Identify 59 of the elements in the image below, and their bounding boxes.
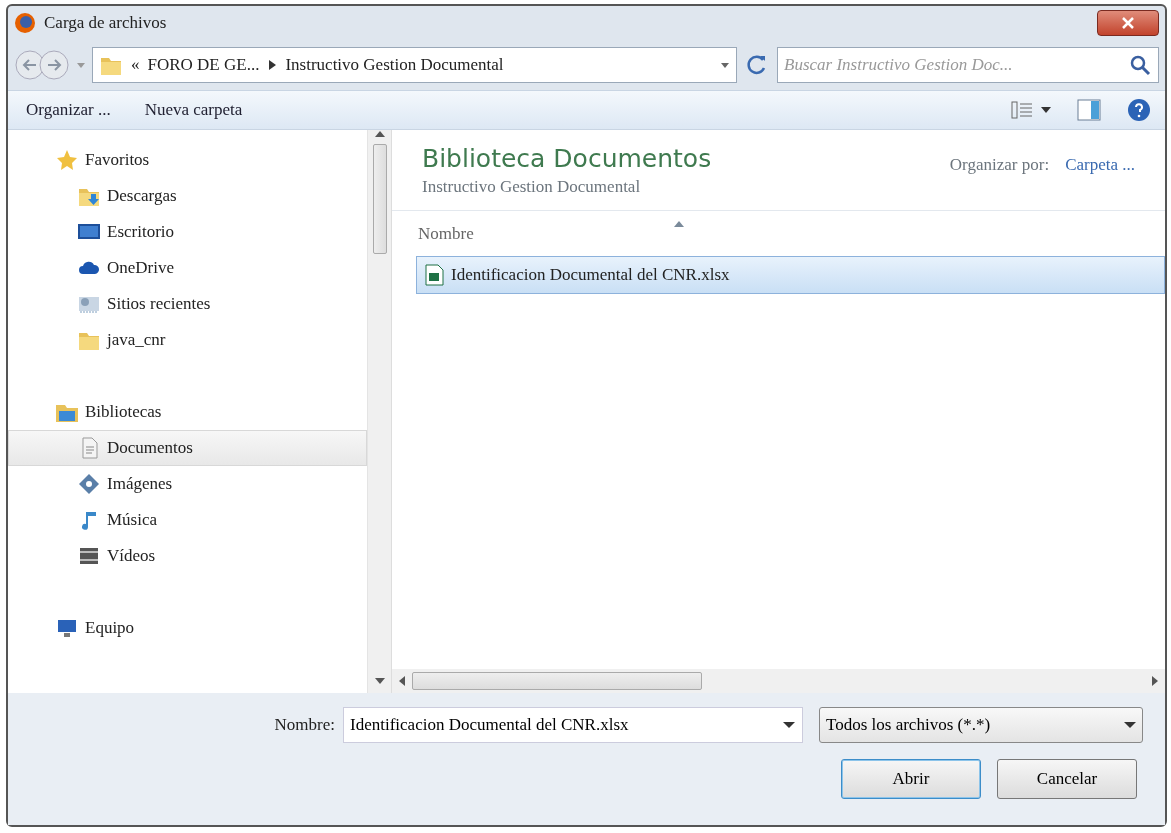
scroll-right-arrow-icon [1151,676,1159,686]
chevron-right-icon [267,59,278,71]
sidebar-item[interactable]: Vídeos [8,538,367,574]
back-forward-buttons[interactable] [14,48,70,82]
sidebar-item[interactable]: Imágenes [8,466,367,502]
address-field[interactable]: « FORO DE GE... Instructivo Gestion Documental [92,47,737,83]
caret-icon [1041,106,1051,114]
dropdown-arrow-icon [720,60,730,70]
file-name-field[interactable]: Identificacion Documental del CNR.xlsx [343,707,803,743]
help-icon[interactable] [1127,98,1151,122]
scrollbar[interactable] [367,130,391,693]
cancel-button[interactable]: Cancelar [997,759,1137,799]
window-title: Carga de archivos [44,12,167,35]
sidebar-item[interactable]: Equipo [8,610,367,646]
sidebar-item[interactable]: OneDrive [8,250,367,286]
scroll-down-arrow-icon [374,677,385,685]
sidebar-item[interactable]: java_cnr [8,322,367,358]
close-icon [1122,17,1134,29]
file-type-dropdown[interactable]: Todos los archivos (*.*) [819,707,1143,743]
breadcrumb-overflow[interactable]: « [131,52,140,78]
browser-icon [14,12,36,34]
scrollbar-thumb[interactable] [412,672,702,690]
caret-icon [1124,721,1136,729]
preview-pane-icon[interactable] [1077,98,1101,122]
sort-arrow-icon [673,220,684,227]
search-field[interactable]: Buscar Instructivo Gestion Doc... [777,47,1159,83]
sidebar-item[interactable]: Favoritos [8,142,367,178]
toolbar-button[interactable]: Nueva carpeta [140,95,247,125]
breadcrumb[interactable]: FORO DE GE... [147,52,260,78]
scrollbar-thumb[interactable] [372,144,387,254]
horizontal-scrollbar[interactable] [392,669,1165,693]
search-icon [1129,54,1151,76]
scroll-left-arrow-icon [398,676,406,686]
view-list-icon [1011,100,1033,120]
open-button[interactable]: Abrir [841,759,981,799]
file-name-label: Nombre: [274,714,335,737]
arrange-by-link[interactable]: Carpeta ... [1065,152,1135,178]
library-title: Biblioteca Documentos [422,144,712,174]
sidebar-item[interactable]: Descargas [8,178,367,214]
sidebar-item[interactable]: Sitios recientes [8,286,367,322]
dropdown-arrow-icon [76,60,86,70]
picture-icon [77,472,101,496]
sidebar-item[interactable]: Documentos [8,430,367,466]
column-header[interactable]: Nombre [418,220,474,246]
arrange-label: Organizar por: [949,154,1050,176]
sidebar-item[interactable]: Escritorio [8,214,367,250]
breadcrumb[interactable]: Instructivo Gestion Documental [285,52,504,78]
spreadsheet-icon [423,263,445,287]
close-button[interactable] [1097,10,1159,36]
star-icon [55,148,79,172]
sidebar-item[interactable]: Música [8,502,367,538]
dropdown-arrow-icon [783,721,795,729]
library-subtitle: Instructivo Gestion Documental [422,176,642,198]
sidebar-item[interactable]: Bibliotecas [8,394,367,430]
back-forward-icon [14,48,70,82]
view-menu-button[interactable] [1011,100,1051,120]
toolbar-button[interactable]: Organizar ... [22,95,115,125]
file-row[interactable]: Identificacion Documental del CNR.xlsx [416,256,1165,294]
scroll-up-arrow-icon [374,130,385,138]
